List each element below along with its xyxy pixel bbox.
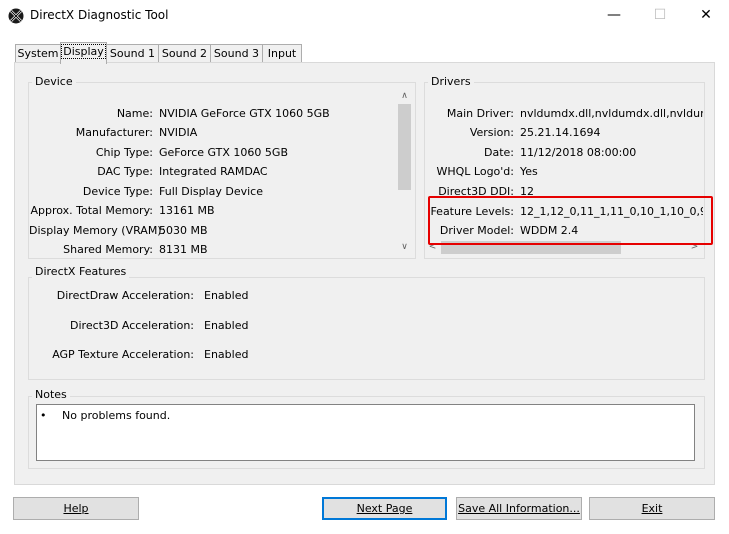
window-title: DirectX Diagnostic Tool [30, 8, 169, 22]
next-page-button[interactable]: Next Page [322, 497, 447, 520]
drivers-group-title: Drivers [428, 75, 474, 88]
device-label-display-memory: Display Memory (VRAM): [29, 224, 166, 237]
device-label-total-memory: Approx. Total Memory: [30, 204, 154, 217]
device-scrollbar-thumb[interactable] [398, 104, 411, 190]
device-label-dac-type: DAC Type: [97, 165, 153, 178]
device-label-name: Name: [116, 107, 153, 120]
device-value-shared-memory: 8131 MB [159, 243, 208, 256]
tab-input[interactable]: Input [262, 44, 302, 63]
agp-texture-value: Enabled [204, 348, 249, 361]
notes-item: No problems found. [62, 409, 171, 422]
drivers-value-date: 11/12/2018 08:00:00 [520, 146, 637, 159]
notes-box[interactable]: • No problems found. [36, 404, 695, 461]
device-group-title: Device [32, 75, 76, 88]
device-value-display-memory: 5030 MB [159, 224, 208, 237]
feature-levels-highlight-box [428, 196, 713, 245]
direct3d-label: Direct3D Acceleration: [70, 319, 194, 332]
exit-button[interactable]: Exit [589, 497, 715, 520]
device-scrollbar[interactable]: ∧ ∨ [397, 89, 412, 255]
drivers-value-main-driver: nvldumdx.dll,nvldumdx.dll,nvldumdx.d [520, 107, 703, 120]
tab-system[interactable]: System [15, 44, 61, 63]
device-value-dac-type: Integrated RAMDAC [159, 165, 268, 178]
close-button[interactable]: ✕ [683, 0, 729, 30]
device-value-manufacturer: NVIDIA [159, 126, 198, 139]
close-icon: ✕ [700, 7, 712, 23]
directdraw-value: Enabled [204, 289, 249, 302]
device-value-chip-type: GeForce GTX 1060 5GB [159, 146, 288, 159]
notes-bullet-icon: • [40, 409, 47, 422]
scroll-up-arrow-icon[interactable]: ∧ [397, 89, 412, 104]
device-value-total-memory: 13161 MB [159, 204, 215, 217]
device-label-shared-memory: Shared Memory: [63, 243, 153, 256]
maximize-icon: ☐ [653, 7, 667, 23]
directx-app-icon [8, 8, 24, 24]
minimize-button[interactable]: — [591, 0, 637, 30]
tab-display[interactable]: Display [60, 42, 107, 64]
device-value-name: NVIDIA GeForce GTX 1060 5GB [159, 107, 330, 120]
tab-sound-2[interactable]: Sound 2 [158, 44, 211, 63]
scroll-down-arrow-icon[interactable]: ∨ [397, 240, 412, 255]
device-label-device-type: Device Type: [82, 185, 153, 198]
notes-title: Notes [32, 388, 70, 401]
title-bar[interactable]: DirectX Diagnostic Tool — ☐ ✕ [0, 0, 729, 32]
directdraw-label: DirectDraw Acceleration: [56, 289, 194, 302]
save-all-information-button[interactable]: Save All Information... [456, 497, 582, 520]
device-label-manufacturer: Manufacturer: [75, 126, 153, 139]
minimize-icon: — [607, 7, 621, 23]
drivers-value-whql: Yes [520, 165, 538, 178]
device-label-chip-type: Chip Type: [95, 146, 153, 159]
agp-texture-label: AGP Texture Acceleration: [52, 348, 194, 361]
device-list[interactable]: Name: NVIDIA GeForce GTX 1060 5GB Manufa… [29, 90, 397, 256]
tab-sound-1[interactable]: Sound 1 [106, 44, 159, 63]
maximize-button: ☐ [637, 0, 683, 30]
drivers-label-main-driver: Main Driver: [446, 107, 514, 120]
tab-sound-3[interactable]: Sound 3 [210, 44, 263, 63]
help-button[interactable]: Help [13, 497, 139, 520]
directx-features-title: DirectX Features [32, 265, 130, 278]
drivers-label-whql: WHQL Logo'd: [436, 165, 514, 178]
direct3d-value: Enabled [204, 319, 249, 332]
drivers-label-version: Version: [469, 126, 514, 139]
device-value-device-type: Full Display Device [159, 185, 263, 198]
drivers-value-version: 25.21.14.1694 [520, 126, 601, 139]
drivers-label-date: Date: [484, 146, 514, 159]
